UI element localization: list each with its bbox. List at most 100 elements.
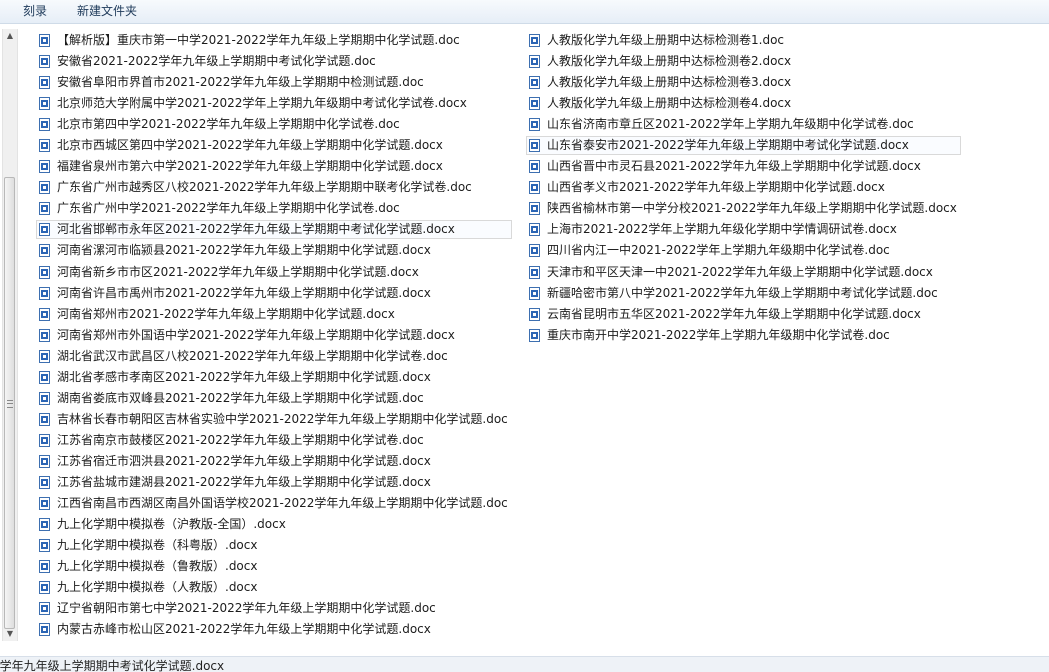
file-item[interactable]: 北京市第四中学2021-2022学年九年级上学期期中化学试卷.doc	[36, 115, 512, 134]
file-item[interactable]: 江苏省南京市鼓楼区2021-2022学年九年级上学期期中化学试卷.doc	[36, 431, 512, 450]
file-item[interactable]: 九上化学期中模拟卷（沪教版-全国）.docx	[36, 515, 512, 534]
file-item[interactable]: 河南省郑州市外国语中学2021-2022学年九年级上学期期中化学试题.docx	[36, 326, 512, 345]
file-name: 湖北省武汉市武昌区八校2021-2022学年九年级上学期期中化学试卷.doc	[57, 348, 448, 363]
file-item[interactable]: 山西省孝义市2021-2022学年九年级上学期期中化学试题.docx	[526, 178, 961, 197]
file-item[interactable]: 河南省新乡市市区2021-2022学年九年级上学期期中化学试题.docx	[36, 263, 512, 282]
file-item[interactable]: 湖北省孝感市孝南区2021-2022学年九年级上学期期中化学试题.docx	[36, 368, 512, 387]
file-item[interactable]: 人教版化学九年级上册期中达标检测卷3.docx	[526, 73, 961, 92]
burn-button[interactable]: 刻录	[21, 3, 49, 20]
file-item[interactable]: 湖南省娄底市双峰县2021-2022学年九年级上学期期中化学试题.doc	[36, 389, 512, 408]
word-document-icon	[529, 328, 540, 342]
new-folder-button[interactable]: 新建文件夹	[75, 3, 139, 20]
file-name: 山东省泰安市2021-2022学年九年级上学期期中考试化学试题.docx	[547, 138, 909, 153]
word-document-icon	[39, 602, 50, 616]
file-item[interactable]: 北京市西城区第四中学2021-2022学年九年级上学期期中化学试题.docx	[36, 136, 512, 155]
file-item[interactable]: 辽宁省朝阳市第七中学2021-2022学年九年级上学期期中化学试题.doc	[36, 599, 512, 618]
file-item[interactable]: 广东省广州中学2021-2022学年九年级上学期期中化学试卷.doc	[36, 199, 512, 218]
file-name: 北京师范大学附属中学2021-2022学年上学期九年级期中考试化学试卷.docx	[57, 96, 467, 111]
word-document-icon	[39, 454, 50, 468]
file-name: 安徽省2021-2022学年九年级上学期期中考试化学试题.doc	[57, 54, 376, 69]
file-item[interactable]: 四川省内江一中2021-2022学年上学期九年级期中化学试卷.doc	[526, 241, 961, 260]
file-item[interactable]: 湖北省武汉市武昌区八校2021-2022学年九年级上学期期中化学试卷.doc	[36, 347, 512, 366]
file-name: 山西省晋中市灵石县2021-2022学年九年级上学期期中化学试题.docx	[547, 159, 921, 174]
word-document-icon	[529, 76, 540, 90]
toolbar: 刻录 新建文件夹	[0, 0, 1049, 24]
file-item[interactable]: 山东省济南市章丘区2021-2022学年上学期九年级期中化学试卷.doc	[526, 115, 961, 134]
word-document-icon	[39, 349, 50, 363]
file-item[interactable]: 九上化学期中模拟卷（鲁教版）.docx	[36, 557, 512, 576]
file-item[interactable]: 上海市2021-2022学年上学期九年级化学期中学情调研试卷.docx	[526, 220, 961, 239]
file-item[interactable]: 江西省南昌市西湖区南昌外国语学校2021-2022学年九年级上学期期中化学试题.…	[36, 494, 512, 513]
word-document-icon	[529, 181, 540, 195]
word-document-icon	[39, 391, 50, 405]
word-document-icon	[39, 560, 50, 574]
word-document-icon	[39, 581, 50, 595]
file-name: 江西省南昌市西湖区南昌外国语学校2021-2022学年九年级上学期期中化学试题.…	[57, 496, 508, 511]
file-item[interactable]: 福建省泉州市第六中学2021-2022学年九年级上学期期中化学试题.docx	[36, 157, 512, 176]
file-item[interactable]: 九上化学期中模拟卷（人教版）.docx	[36, 578, 512, 597]
file-item[interactable]: 新疆哈密市第八中学2021-2022学年九年级上学期期中考试化学试题.doc	[526, 284, 961, 303]
word-document-icon	[529, 118, 540, 132]
file-name: 山西省孝义市2021-2022学年九年级上学期期中化学试题.docx	[547, 180, 885, 195]
file-item[interactable]: 河南省许昌市禹州市2021-2022学年九年级上学期期中化学试题.docx	[36, 284, 512, 303]
file-item[interactable]: 山东省泰安市2021-2022学年九年级上学期期中考试化学试题.docx	[526, 136, 961, 156]
file-item[interactable]: 河南省漯河市临颍县2021-2022学年九年级上学期期中化学试题.docx	[36, 241, 512, 260]
file-item[interactable]: 广东省广州市越秀区八校2021-2022学年九年级上学期期中联考化学试卷.doc	[36, 178, 512, 197]
file-item[interactable]: 重庆市南开中学2021-2022学年上学期九年级期中化学试卷.doc	[526, 326, 961, 345]
file-item[interactable]: 云南省昆明市五华区2021-2022学年九年级上学期期中化学试题.docx	[526, 305, 961, 324]
scrollbar-thumb[interactable]	[4, 177, 15, 629]
word-document-icon	[39, 433, 50, 447]
file-name: 【解析版】重庆市第一中学2021-2022学年九年级上学期期中化学试题.doc	[57, 33, 460, 47]
word-document-icon	[39, 55, 50, 69]
file-name: 北京市西城区第四中学2021-2022学年九年级上学期期中化学试题.docx	[57, 138, 443, 153]
file-name: 四川省内江一中2021-2022学年上学期九年级期中化学试卷.doc	[547, 243, 890, 258]
file-name: 人教版化学九年级上册期中达标检测卷3.docx	[547, 75, 792, 90]
word-document-icon	[529, 307, 540, 321]
word-document-icon	[529, 160, 540, 174]
word-document-icon	[39, 623, 50, 637]
file-item[interactable]: 江苏省盐城市建湖县2021-2022学年九年级上学期期中化学试题.docx	[36, 473, 512, 492]
file-item[interactable]: 人教版化学九年级上册期中达标检测卷1.doc	[526, 31, 961, 50]
file-item[interactable]: 河南省郑州市2021-2022学年九年级上学期期中化学试题.docx	[36, 305, 512, 324]
file-name: 吉林省长春市朝阳区吉林省实验中学2021-2022学年九年级上学期期中化学试题.…	[57, 411, 508, 426]
file-name: 山东省济南市章丘区2021-2022学年上学期九年级期中化学试卷.doc	[547, 117, 914, 132]
grip-icon	[7, 400, 13, 408]
word-document-icon	[39, 34, 50, 47]
file-item[interactable]: 【解析版】重庆市第一中学2021-2022学年九年级上学期期中化学试题.doc	[36, 31, 512, 50]
file-item[interactable]: 安徽省阜阳市界首市2021-2022学年九年级上学期期中检测试题.doc	[36, 73, 512, 92]
vertical-scrollbar[interactable]: ▲ ▼	[2, 29, 18, 641]
file-item[interactable]: 内蒙古赤峰市松山区2021-2022学年九年级上学期期中化学试题.docx	[36, 620, 512, 639]
file-name: 河南省许昌市禹州市2021-2022学年九年级上学期期中化学试题.docx	[57, 285, 431, 300]
file-name: 九上化学期中模拟卷（人教版）.docx	[57, 580, 258, 595]
file-item[interactable]: 陕西省榆林市第一中学分校2021-2022学年九年级上学期期中化学试题.docx	[526, 199, 961, 218]
word-document-icon	[39, 475, 50, 489]
file-name: 江苏省宿迁市泗洪县2021-2022学年九年级上学期期中化学试题.docx	[57, 453, 431, 468]
file-item[interactable]: 江苏省宿迁市泗洪县2021-2022学年九年级上学期期中化学试题.docx	[36, 452, 512, 471]
file-item[interactable]: 安徽省2021-2022学年九年级上学期期中考试化学试题.doc	[36, 52, 512, 71]
file-name: 内蒙古赤峰市松山区2021-2022学年九年级上学期期中化学试题.docx	[57, 622, 431, 637]
word-document-icon	[529, 97, 540, 111]
file-name: 广东省广州中学2021-2022学年九年级上学期期中化学试卷.doc	[57, 201, 400, 216]
file-item[interactable]: 人教版化学九年级上册期中达标检测卷2.docx	[526, 52, 961, 71]
file-item[interactable]: 河北省邯郸市永年区2021-2022学年九年级上学期期中考试化学试题.docx	[36, 220, 512, 240]
file-item[interactable]: 天津市和平区天津一中2021-2022学年九年级上学期期中化学试题.docx	[526, 263, 961, 282]
word-document-icon	[39, 370, 50, 384]
scroll-up-arrow-icon[interactable]: ▲	[3, 29, 17, 43]
word-document-icon	[39, 118, 50, 132]
file-item[interactable]: 九上化学期中模拟卷（科粤版）.docx	[36, 536, 512, 555]
file-name: 江苏省盐城市建湖县2021-2022学年九年级上学期期中化学试题.docx	[57, 474, 431, 489]
status-bar: 2学年九年级上学期期中考试化学试题.docx	[0, 656, 1049, 672]
file-name: 九上化学期中模拟卷（鲁教版）.docx	[57, 559, 258, 574]
file-item[interactable]: 人教版化学九年级上册期中达标检测卷4.docx	[526, 94, 961, 113]
word-document-icon	[39, 497, 50, 511]
scroll-down-arrow-icon[interactable]: ▼	[3, 627, 17, 641]
file-name: 陕西省榆林市第一中学分校2021-2022学年九年级上学期期中化学试题.docx	[547, 201, 957, 216]
word-document-icon	[39, 412, 50, 426]
file-name: 人教版化学九年级上册期中达标检测卷2.docx	[547, 54, 792, 69]
file-item[interactable]: 吉林省长春市朝阳区吉林省实验中学2021-2022学年九年级上学期期中化学试题.…	[36, 410, 512, 429]
file-item[interactable]: 山西省晋中市灵石县2021-2022学年九年级上学期期中化学试题.docx	[526, 157, 961, 176]
file-name: 九上化学期中模拟卷（科粤版）.docx	[57, 538, 258, 553]
file-name: 人教版化学九年级上册期中达标检测卷1.doc	[547, 33, 785, 47]
file-item[interactable]: 北京师范大学附属中学2021-2022学年上学期九年级期中考试化学试卷.docx	[36, 94, 512, 113]
word-document-icon	[39, 518, 50, 532]
